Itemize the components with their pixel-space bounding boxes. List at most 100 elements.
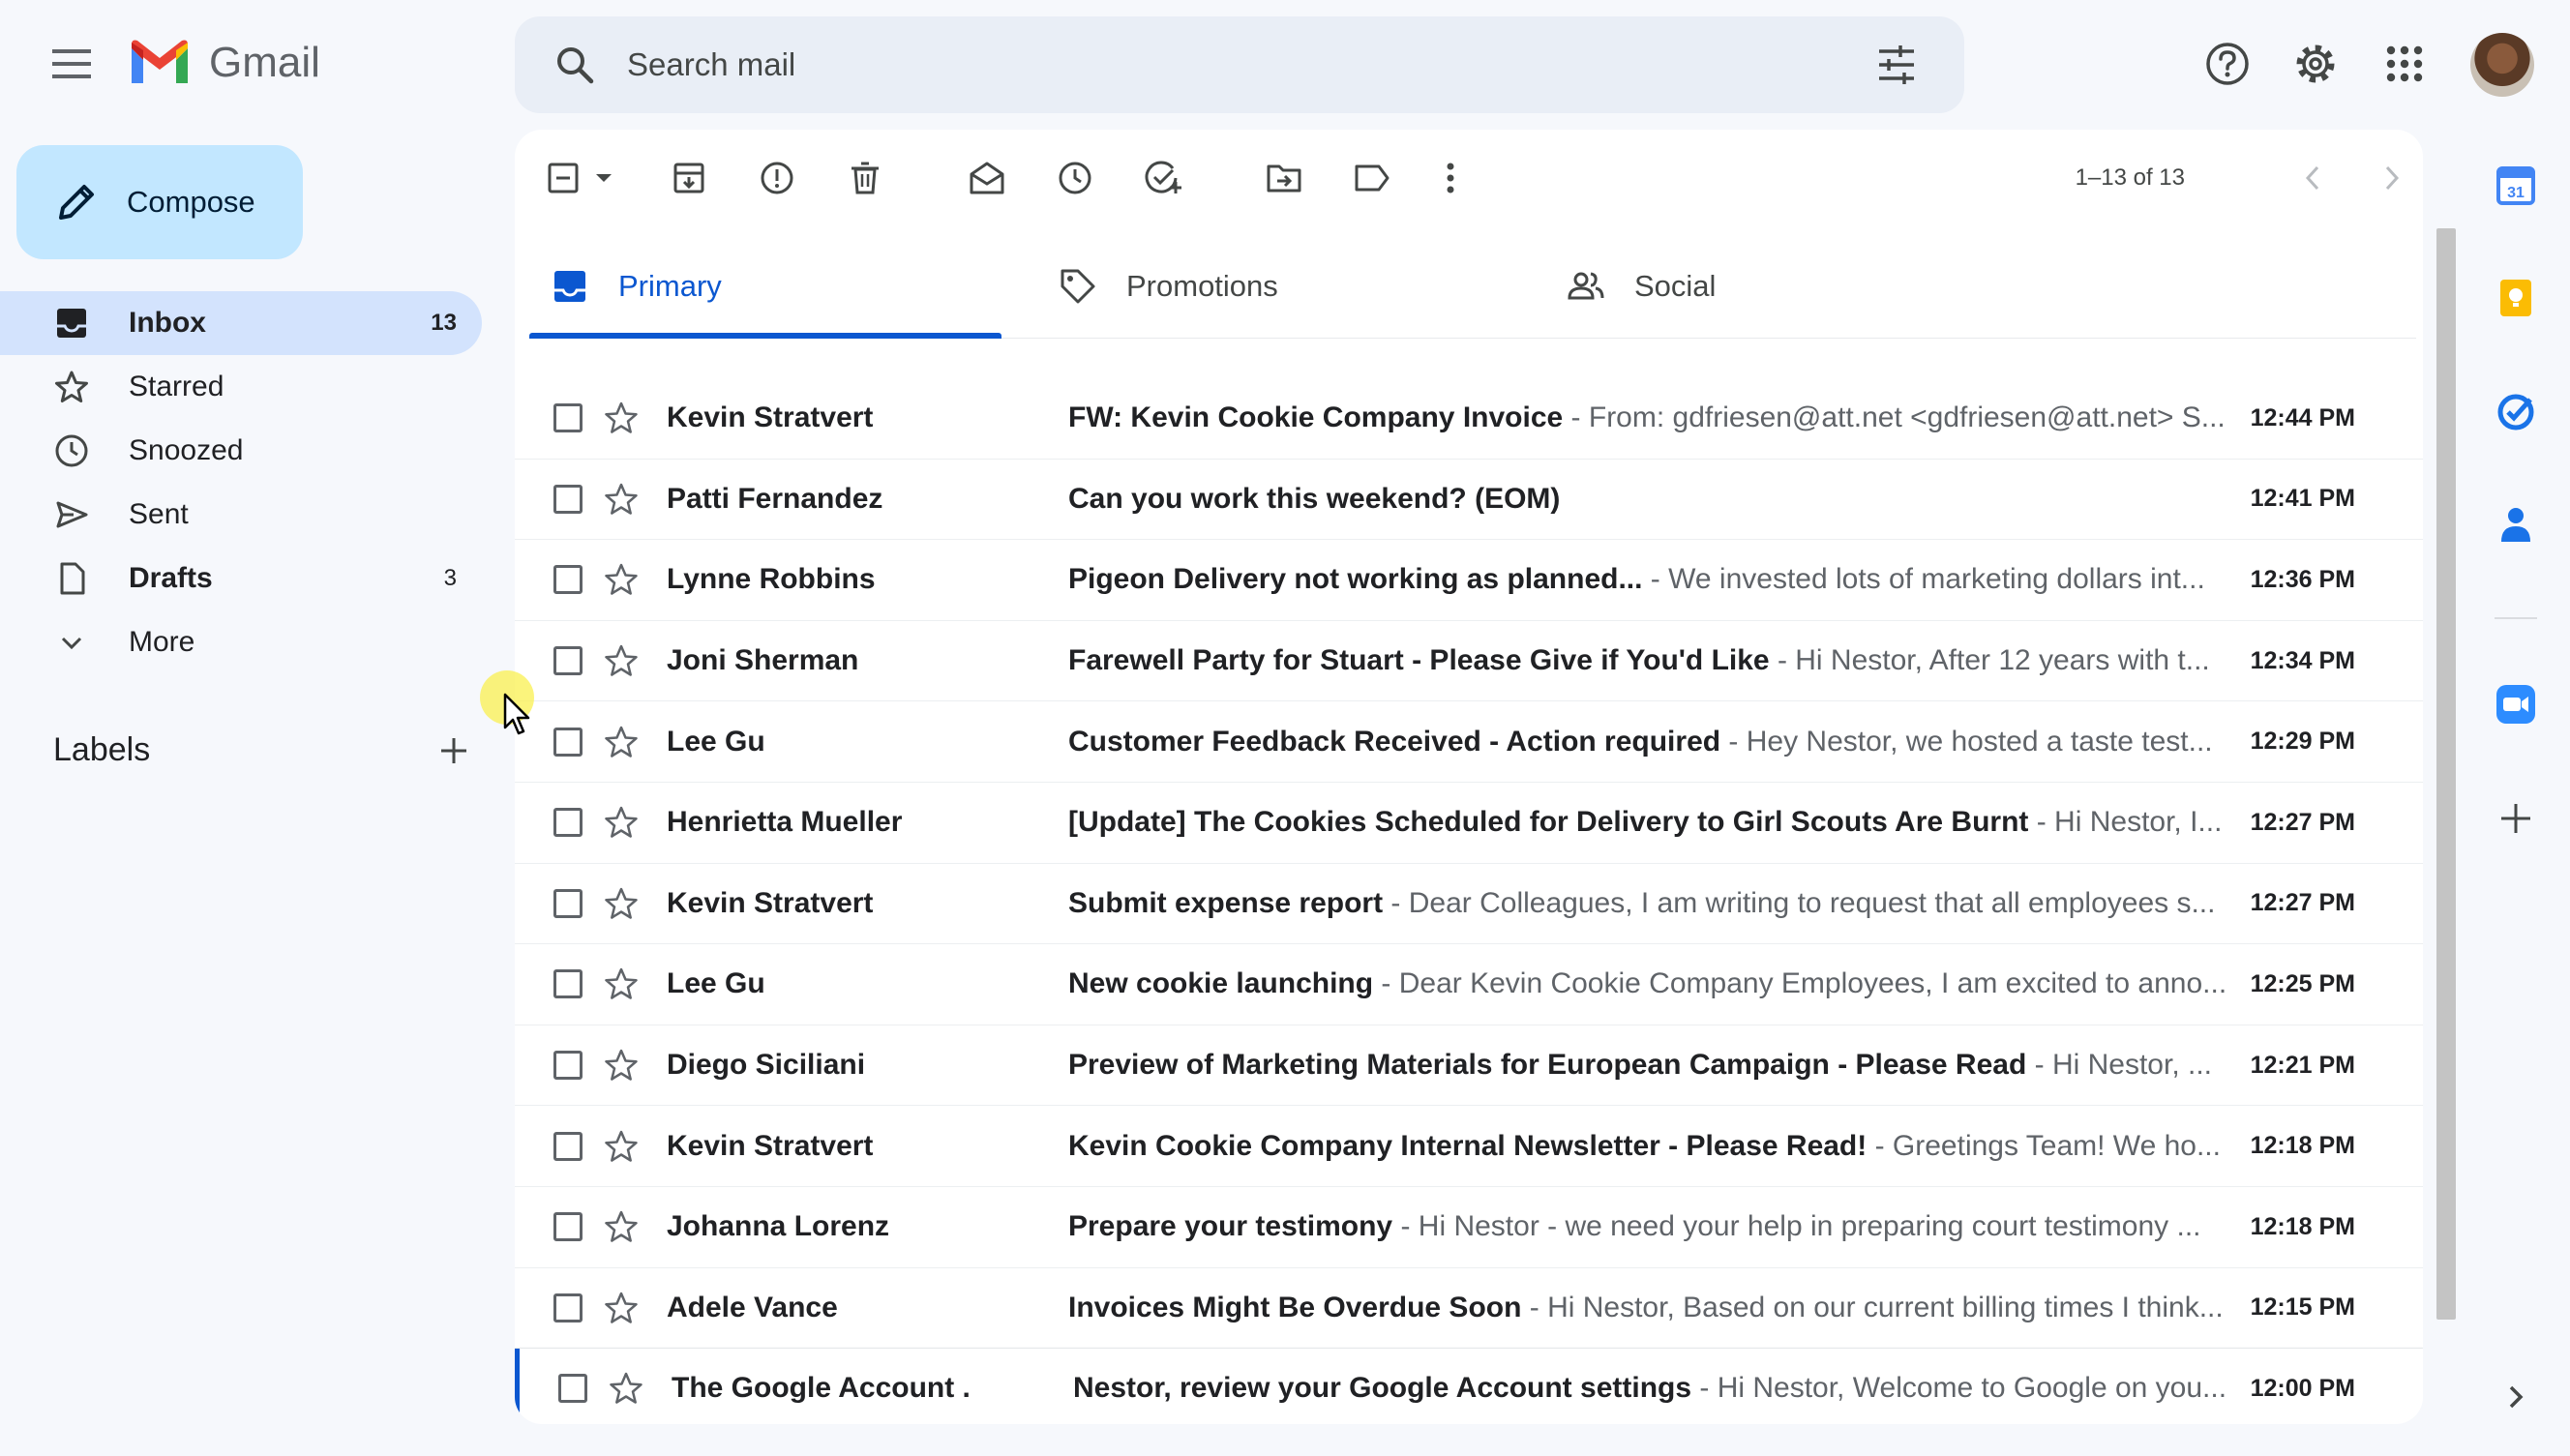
calendar-icon[interactable]: 31	[2495, 164, 2537, 207]
email-snippet: - Greetings Team! We ho...	[1867, 1129, 2221, 1162]
help-icon[interactable]	[2198, 35, 2256, 93]
email-time: 12:18 PM	[2250, 1212, 2355, 1240]
email-row[interactable]: Adele Vance Invoices Might Be Overdue Soo…	[515, 1268, 2423, 1350]
scrollbar[interactable]	[2436, 228, 2456, 1320]
email-subject-line: Kevin Cookie Company Internal Newsletter…	[1068, 1130, 2278, 1163]
sidebar-item-sent[interactable]: Sent	[0, 483, 482, 547]
email-sender: Henrietta Mueller	[667, 806, 903, 839]
star-icon[interactable]	[604, 966, 639, 1001]
email-checkbox[interactable]	[553, 1212, 583, 1242]
tab-social[interactable]: Social	[1545, 234, 2017, 339]
sidebar-item-drafts[interactable]: Drafts 3	[0, 547, 482, 610]
email-sender: Kevin Stratvert	[667, 1129, 874, 1162]
email-subject: FW: Kevin Cookie Company Invoice	[1068, 401, 1564, 434]
star-icon[interactable]	[604, 725, 639, 759]
move-to-folder-icon[interactable]	[1263, 157, 1305, 199]
search-icon[interactable]	[548, 38, 602, 92]
tasks-icon[interactable]	[2495, 391, 2537, 433]
gmail-logo[interactable]: Gmail	[128, 39, 320, 87]
tab-primary[interactable]: Primary	[529, 234, 1001, 339]
star-icon[interactable]	[604, 643, 639, 678]
snooze-clock-icon[interactable]	[1054, 157, 1096, 199]
star-icon[interactable]	[604, 805, 639, 840]
star-icon[interactable]	[604, 886, 639, 921]
gmail-m-icon	[132, 40, 188, 83]
email-sender: Patti Fernandez	[667, 482, 883, 515]
email-checkbox[interactable]	[553, 484, 583, 514]
email-checkbox[interactable]	[553, 1293, 583, 1322]
select-all-checkbox[interactable]	[548, 157, 615, 199]
email-checkbox[interactable]	[553, 888, 583, 918]
next-page-icon[interactable]	[2371, 157, 2413, 199]
keep-icon[interactable]	[2495, 277, 2537, 319]
star-icon[interactable]	[604, 1291, 639, 1325]
more-options-icon[interactable]	[1429, 157, 1472, 199]
email-time: 12:34 PM	[2250, 646, 2355, 674]
previous-page-icon[interactable]	[2291, 157, 2334, 199]
email-row[interactable]: Diego Siciliani Preview of Marketing Mate…	[515, 1025, 2423, 1107]
add-addon-icon[interactable]	[2495, 797, 2537, 840]
main-menu-button[interactable]	[41, 33, 103, 95]
compose-label: Compose	[127, 185, 255, 219]
email-subject-line: Preview of Marketing Materials for Europ…	[1068, 1049, 2278, 1082]
sidebar-item-starred[interactable]: Starred	[0, 355, 482, 419]
add-to-tasks-icon[interactable]	[1142, 157, 1184, 199]
email-row[interactable]: Lynne Robbins Pigeon Delivery not working…	[515, 540, 2423, 621]
report-spam-icon[interactable]	[756, 157, 798, 199]
delete-icon[interactable]	[844, 157, 886, 199]
email-subject-line: Submit expense report - Dear Colleagues,…	[1068, 887, 2278, 920]
email-checkbox[interactable]	[553, 565, 583, 595]
email-row[interactable]: Lee Gu Customer Feedback Received - Actio…	[515, 701, 2423, 783]
email-checkbox[interactable]	[553, 1051, 583, 1081]
settings-gear-icon[interactable]	[2286, 35, 2345, 93]
email-checkbox[interactable]	[553, 808, 583, 838]
email-checkbox[interactable]	[553, 1131, 583, 1161]
account-avatar[interactable]	[2470, 33, 2534, 97]
expand-panel-chevron-icon[interactable]	[2495, 1376, 2537, 1418]
email-row[interactable]: Johanna Lorenz Prepare your testimony - H…	[515, 1187, 2423, 1268]
search-input[interactable]	[627, 46, 1788, 83]
search-options-icon[interactable]	[1873, 42, 1920, 88]
drafts-count: 3	[443, 565, 457, 591]
email-row[interactable]: Lee Gu New cookie launching - Dear Kevin …	[515, 944, 2423, 1025]
sidebar-item-snoozed[interactable]: Snoozed	[0, 419, 482, 483]
star-icon[interactable]	[604, 1048, 639, 1083]
compose-button[interactable]: Compose	[16, 145, 303, 259]
star-icon[interactable]	[604, 562, 639, 597]
email-checkbox[interactable]	[558, 1374, 587, 1404]
apps-grid-icon[interactable]	[2376, 35, 2434, 93]
email-row[interactable]: Kevin Stratvert Kevin Cookie Company Inte…	[515, 1106, 2423, 1187]
label-tag-icon[interactable]	[1351, 157, 1393, 199]
email-row[interactable]: Henrietta Mueller [Update] The Cookies Sc…	[515, 783, 2423, 864]
email-snippet: - From: gdfriesen@att.net <gdfriesen@att…	[1563, 401, 2226, 434]
email-checkbox[interactable]	[553, 969, 583, 999]
star-icon[interactable]	[604, 401, 639, 435]
email-subject: Invoices Might Be Overdue Soon	[1068, 1291, 1522, 1323]
email-row[interactable]: Joni Sherman Farewell Party for Stuart - …	[515, 621, 2423, 702]
email-row[interactable]: Kevin Stratvert FW: Kevin Cookie Company …	[515, 378, 2423, 460]
email-subject-line: Nestor, review your Google Account setti…	[1073, 1372, 2283, 1405]
mark-as-read-icon[interactable]	[966, 157, 1008, 199]
add-label-icon[interactable]	[438, 735, 469, 766]
sidebar-item-more[interactable]: More	[0, 610, 482, 674]
email-row[interactable]: The Google Account . Nestor, review your …	[515, 1349, 2423, 1424]
tag-icon	[1061, 269, 1095, 304]
tab-promotions[interactable]: Promotions	[1037, 234, 1509, 339]
archive-icon[interactable]	[668, 157, 710, 199]
pagination-text: 1–13 of 13	[2075, 164, 2185, 191]
email-row[interactable]: Patti Fernandez Can you work this weekend…	[515, 460, 2423, 541]
email-checkbox[interactable]	[553, 727, 583, 757]
sidebar-item-inbox[interactable]: Inbox 13	[0, 291, 482, 355]
people-icon	[1568, 272, 1604, 300]
email-checkbox[interactable]	[553, 403, 583, 433]
star-icon[interactable]	[604, 482, 639, 517]
zoom-video-icon[interactable]	[2495, 683, 2537, 726]
search-bar[interactable]	[515, 16, 1964, 113]
email-row[interactable]: Kevin Stratvert Submit expense report - D…	[515, 864, 2423, 945]
email-checkbox[interactable]	[553, 646, 583, 676]
contacts-icon[interactable]	[2495, 503, 2537, 546]
star-icon[interactable]	[604, 1209, 639, 1244]
email-sender: Johanna Lorenz	[667, 1210, 890, 1243]
star-icon[interactable]	[604, 1129, 639, 1164]
star-icon[interactable]	[609, 1371, 643, 1406]
